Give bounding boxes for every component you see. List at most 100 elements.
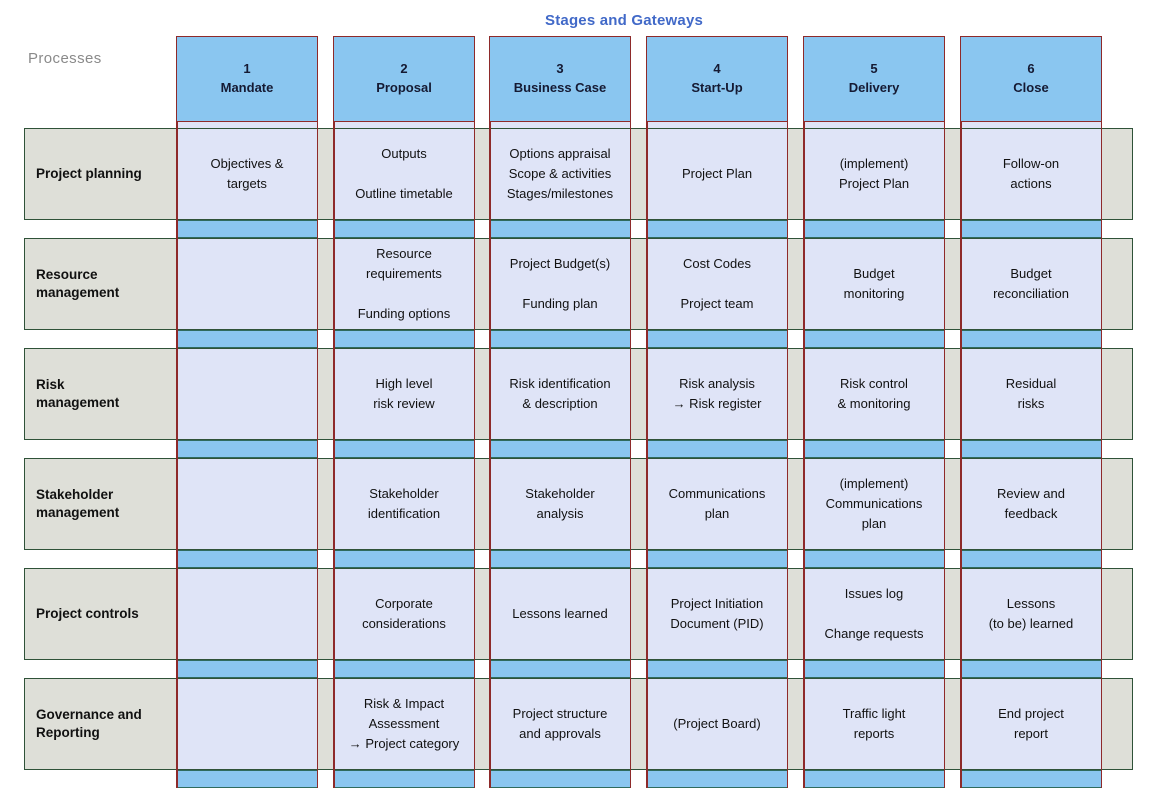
stage-header-4[interactable]: 4 Start-Up [646,36,788,122]
gateway-strip-stage3-after-row3 [489,440,631,458]
process-label-6[interactable]: Governance and Reporting [24,679,176,769]
gateway-strip-stage1-after-row6 [176,770,318,788]
cell-r6-c5[interactable]: Traffic light reports [805,680,943,768]
gateway-strip-stage1-after-row1 [176,220,318,238]
cell-r5-c6[interactable]: Lessons (to be) learned [962,570,1100,658]
cell-r2-c1[interactable] [178,240,316,328]
process-label-1[interactable]: Project planning [24,129,176,219]
cell-r1-c5[interactable]: (implement) Project Plan [805,130,943,218]
process-label-2[interactable]: Resource management [24,239,176,329]
cell-r3-c6[interactable]: Residual risks [962,350,1100,438]
cell-r5-c4[interactable]: Project Initiation Document (PID) [648,570,786,658]
stage-number-3: 3 [556,61,564,77]
cell-r1-c1[interactable]: Objectives & targets [178,130,316,218]
cell-r2-c6[interactable]: Budget reconciliation [962,240,1100,328]
gateway-strip-stage6-after-row3 [960,440,1102,458]
stage-column-edge-1-r [316,36,318,788]
cell-r6-c1[interactable] [178,680,316,768]
cell-r3-c5[interactable]: Risk control & monitoring [805,350,943,438]
cell-r3-c2[interactable]: High level risk review [335,350,473,438]
gateway-strip-stage2-after-row5 [333,660,475,678]
diagram-canvas: Stages and Gateways Processes 1 Mandate 2 P… [0,0,1149,800]
cell-r6-c2[interactable]: Risk & Impact Assessment → Project categ… [335,680,473,768]
gateway-strip-stage5-after-row6 [803,770,945,788]
gateway-strip-stage6-after-row4 [960,550,1102,568]
cell-r1-c3[interactable]: Options appraisal Scope & activities Sta… [491,130,629,218]
gateway-strip-stage6-after-row1 [960,220,1102,238]
stage-name-5: Delivery [848,80,900,95]
cell-r2-c3[interactable]: Project Budget(s) Funding plan [491,240,629,328]
gateway-strip-stage3-after-row6 [489,770,631,788]
stage-number-2: 2 [400,61,408,77]
processes-axis-label: Processes [28,50,102,67]
stage-column-edge-3-r [629,36,631,788]
cell-r4-c1[interactable] [178,460,316,548]
cell-r6-c6[interactable]: End project report [962,680,1100,768]
stage-number-1: 1 [243,61,251,77]
stage-number-6: 6 [1027,61,1035,77]
cell-r5-c5[interactable]: Issues log Change requests [805,570,943,658]
gateway-strip-stage3-after-row5 [489,660,631,678]
gateway-strip-stage3-after-row2 [489,330,631,348]
stage-header-5[interactable]: 5 Delivery [803,36,945,122]
cell-r4-c5[interactable]: (implement) Communications plan [805,460,943,548]
cell-r1-c2[interactable]: Outputs Outline timetable [335,130,473,218]
gateway-strip-stage2-after-row6 [333,770,475,788]
gateway-strip-stage1-after-row3 [176,440,318,458]
gateway-strip-stage4-after-row1 [646,220,788,238]
gateway-strip-stage1-after-row4 [176,550,318,568]
cell-r2-c2[interactable]: Resource requirements Funding options [335,240,473,328]
cell-r6-c3[interactable]: Project structure and approvals [491,680,629,768]
gateway-strip-stage1-after-row2 [176,330,318,348]
gateway-strip-stage4-after-row4 [646,550,788,568]
cell-r4-c6[interactable]: Review and feedback [962,460,1100,548]
cell-r3-c4[interactable]: Risk analysis → Risk register [648,350,786,438]
stage-column-edge-6-r [1100,36,1102,788]
stage-name-2: Proposal [376,80,432,95]
stage-name-6: Close [1013,80,1049,95]
stage-header-3[interactable]: 3 Business Case [489,36,631,122]
gateway-strip-stage5-after-row1 [803,220,945,238]
cell-r6-c4[interactable]: (Project Board) [648,680,786,768]
stage-header-2[interactable]: 2 Proposal [333,36,475,122]
cell-r4-c4[interactable]: Communications plan [648,460,786,548]
cell-r3-c3[interactable]: Risk identification & description [491,350,629,438]
stage-column-edge-4-r [786,36,788,788]
stage-column-edge-2-r [473,36,475,788]
cell-r5-c1[interactable] [178,570,316,658]
cell-r2-c4[interactable]: Cost Codes Project team [648,240,786,328]
gateway-strip-stage3-after-row4 [489,550,631,568]
cell-r5-c3[interactable]: Lessons learned [491,570,629,658]
gateway-strip-stage4-after-row5 [646,660,788,678]
cell-r4-c2[interactable]: Stakeholder identification [335,460,473,548]
gateway-strip-stage2-after-row1 [333,220,475,238]
cell-r1-c6[interactable]: Follow-on actions [962,130,1100,218]
gateway-strip-stage2-after-row4 [333,550,475,568]
gateway-strip-stage1-after-row5 [176,660,318,678]
gateway-strip-stage4-after-row6 [646,770,788,788]
gateway-strip-stage5-after-row4 [803,550,945,568]
process-label-5[interactable]: Project controls [24,569,176,659]
process-label-3[interactable]: Risk management [24,349,176,439]
stage-header-6[interactable]: 6 Close [960,36,1102,122]
stage-header-1[interactable]: 1 Mandate [176,36,318,122]
gateway-strip-stage6-after-row5 [960,660,1102,678]
gateway-strip-stage5-after-row5 [803,660,945,678]
gateway-strip-stage5-after-row3 [803,440,945,458]
gateway-strip-stage6-after-row2 [960,330,1102,348]
stage-name-3: Business Case [513,80,607,95]
cell-r1-c4[interactable]: Project Plan [648,130,786,218]
cell-r3-c1[interactable] [178,350,316,438]
cell-r2-c5[interactable]: Budget monitoring [805,240,943,328]
gateway-strip-stage2-after-row3 [333,440,475,458]
stage-number-5: 5 [870,61,878,77]
cell-r4-c3[interactable]: Stakeholder analysis [491,460,629,548]
gateway-strip-stage4-after-row3 [646,440,788,458]
process-label-4[interactable]: Stakeholder management [24,459,176,549]
gateway-strip-stage3-after-row1 [489,220,631,238]
gateway-strip-stage6-after-row6 [960,770,1102,788]
gateway-strip-stage5-after-row2 [803,330,945,348]
stage-number-4: 4 [713,61,721,77]
cell-r5-c2[interactable]: Corporate considerations [335,570,473,658]
gateway-strip-stage2-after-row2 [333,330,475,348]
